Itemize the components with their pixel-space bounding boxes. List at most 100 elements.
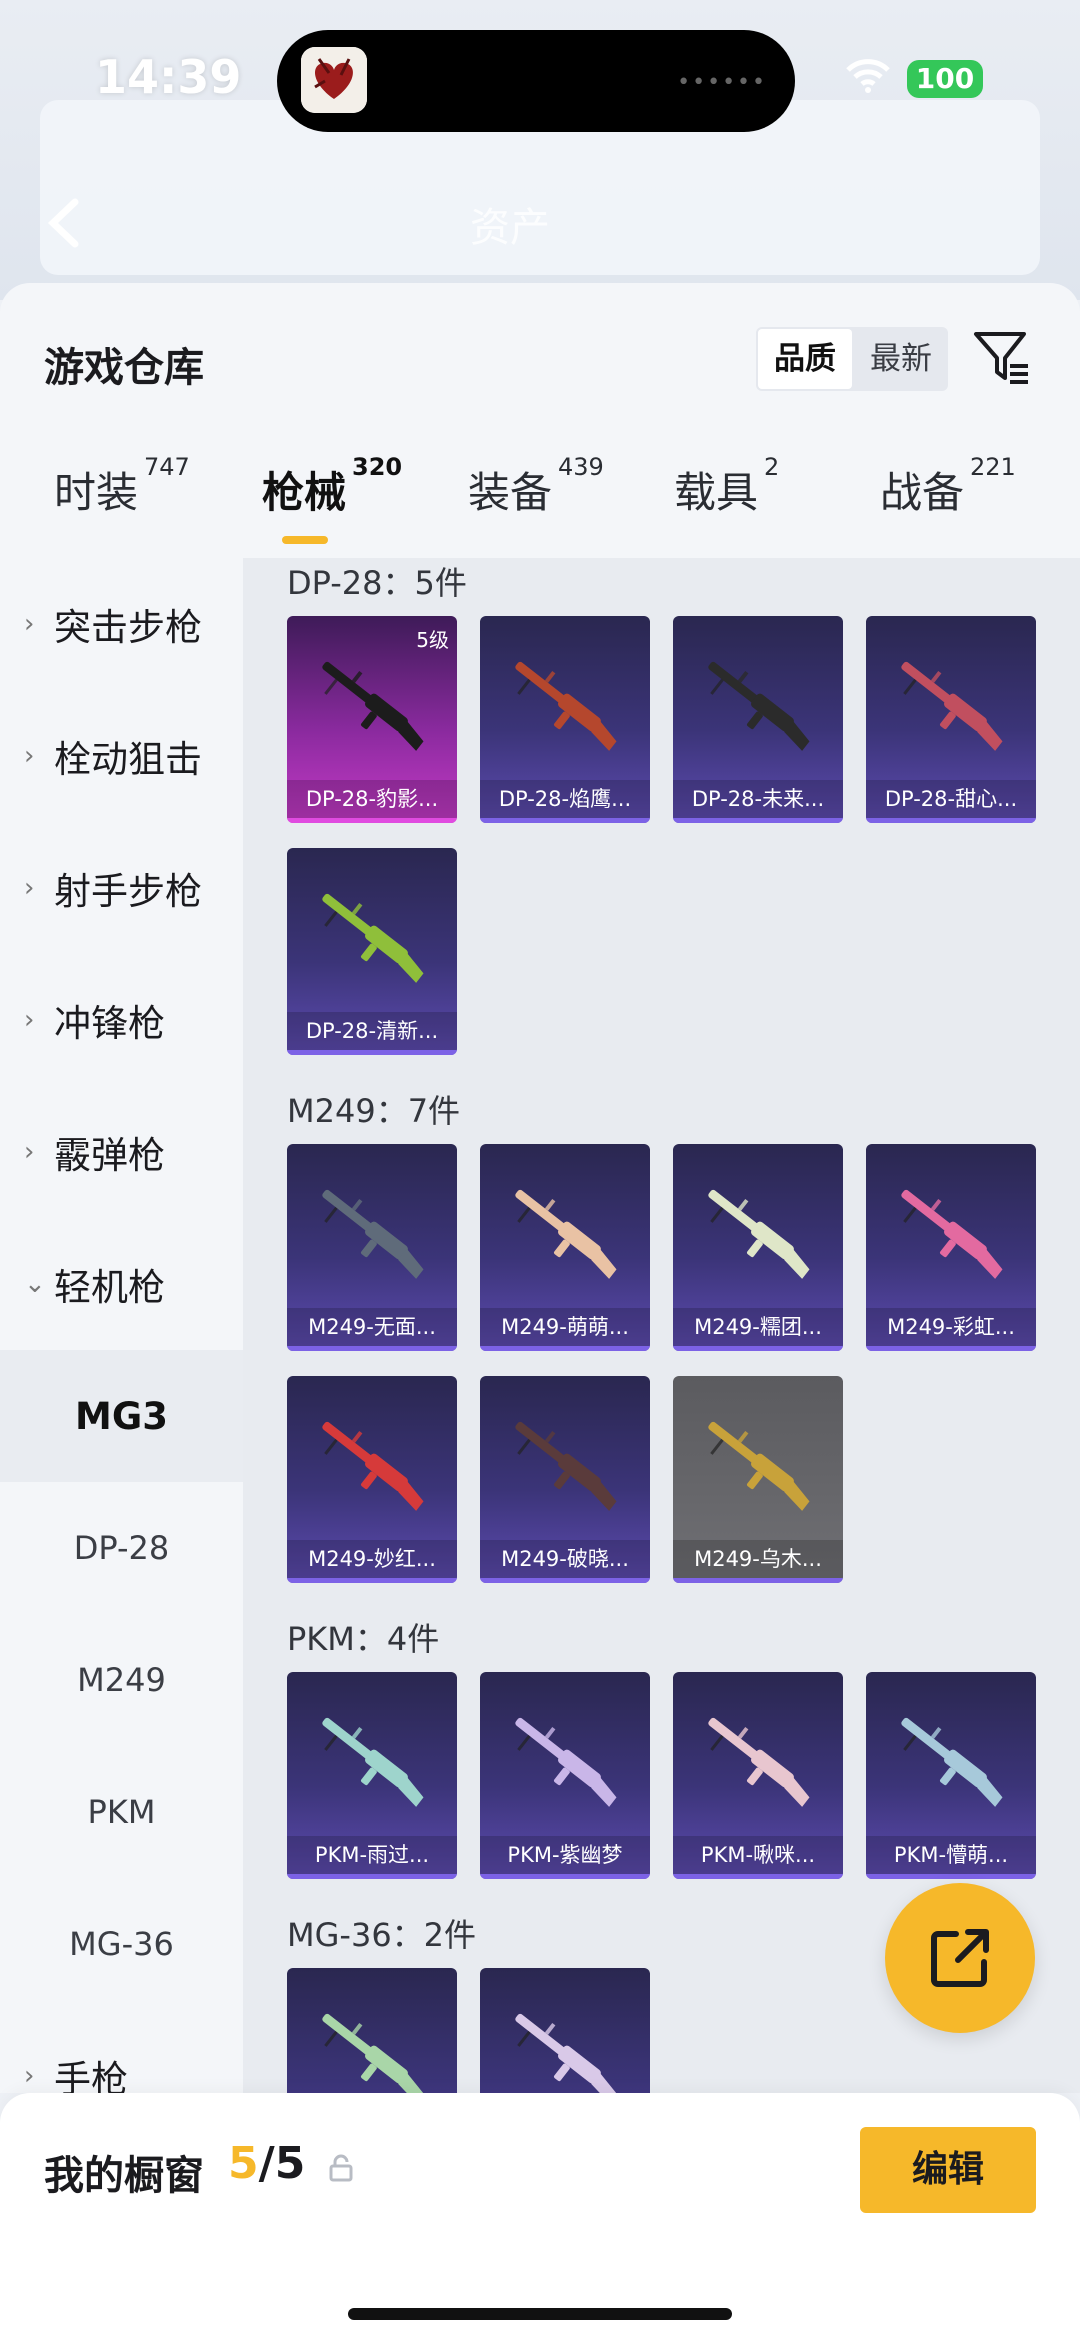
weapon-skin-icon [708, 1421, 810, 1511]
weapon-skin-name: M249-糯团... [673, 1308, 843, 1346]
sidebar-sub-pkm[interactable]: PKM [0, 1746, 243, 1878]
group-header: M249：7件 [287, 1092, 461, 1130]
sidebar-item-bolt-sniper[interactable]: › 栓动狙击 [0, 690, 243, 822]
sort-newest-button[interactable]: 最新 [854, 327, 948, 391]
weapon-skin-card[interactable]: M249-破晓... [480, 1376, 650, 1583]
weapon-skin-icon [322, 893, 424, 983]
sidebar-item-assault-rifle[interactable]: › 突击步枪 [0, 558, 243, 690]
sidebar-item-marksman-rifle[interactable]: › 射手步枪 [0, 822, 243, 954]
rarity-bar [287, 1578, 457, 1583]
dynamic-island: •••••• [277, 30, 795, 132]
weapon-skin-card[interactable]: 5级 DP-28-豹影... [287, 616, 457, 823]
level-badge: 5级 [416, 628, 449, 652]
lock-icon [328, 2154, 354, 2186]
weapon-skin-name: M249-彩虹... [866, 1308, 1036, 1346]
sidebar-item-shotgun[interactable]: › 霰弹枪 [0, 1086, 243, 1218]
weapon-skin-icon [708, 661, 810, 751]
rarity-bar [480, 818, 650, 823]
rarity-bar [287, 1874, 457, 1879]
weapon-skin-name: DP-28-豹影... [287, 780, 457, 818]
sidebar-sub-mg36[interactable]: MG-36 [0, 1878, 243, 2010]
weapon-skin-card[interactable]: PKM-懵萌... [866, 1672, 1036, 1879]
rarity-bar [673, 1874, 843, 1879]
chevron-right-icon: › [24, 741, 35, 771]
app-icon [301, 47, 367, 113]
chevron-right-icon: › [24, 2061, 35, 2091]
weapon-skin-name: DP-28-甜心... [866, 780, 1036, 818]
share-button[interactable] [885, 1883, 1035, 2033]
weapon-skin-icon [322, 1717, 424, 1807]
weapon-skin-name: PKM-紫幽梦 [480, 1836, 650, 1874]
weapon-skin-icon [515, 1189, 617, 1279]
weapon-skin-card[interactable]: M249-糯团... [673, 1144, 843, 1351]
weapon-skin-name: M249-妙红... [287, 1540, 457, 1578]
group-header: DP-28：5件 [287, 564, 467, 602]
battery-indicator: 100 [907, 60, 983, 98]
weapon-skin-card[interactable]: M249-彩虹... [866, 1144, 1036, 1351]
filter-icon[interactable] [972, 328, 1032, 392]
group-header: PKM：4件 [287, 1620, 440, 1658]
weapon-skin-name: PKM-啾咪... [673, 1836, 843, 1874]
sheet-title: 游戏仓库 [44, 345, 204, 391]
sidebar-item-pistol[interactable]: › 手枪 [0, 2010, 243, 2093]
weapon-skin-name: DP-28-清新... [287, 1012, 457, 1050]
weapon-category-sidebar: › 突击步枪 › 栓动狙击 › 射手步枪 › 冲锋枪 › 霰弹枪 ⌄ 轻机枪 MG3 DP-… [0, 558, 243, 2093]
island-dots: •••••• [677, 70, 767, 95]
rarity-bar [866, 1346, 1036, 1351]
weapon-skin-card[interactable]: M249-无面... [287, 1144, 457, 1351]
showcase-title: 我的橱窗 [44, 2153, 204, 2199]
status-time: 14:39 [95, 50, 242, 104]
weapon-skin-name: M249-无面... [287, 1308, 457, 1346]
rarity-bar [866, 818, 1036, 823]
rarity-bar [287, 1050, 457, 1055]
rarity-bar [480, 1346, 650, 1351]
weapon-skin-card[interactable]: DP-28-焰鹰... [480, 616, 650, 823]
weapon-skin-icon [515, 1421, 617, 1511]
sidebar-sub-mg3[interactable]: MG3 [0, 1350, 243, 1482]
tab-supplies[interactable]: 战备221 [880, 453, 1016, 520]
weapon-skin-card[interactable]: M249-萌萌... [480, 1144, 650, 1351]
tab-guns[interactable]: 枪械320 [262, 453, 402, 520]
sort-quality-button[interactable]: 品质 [758, 329, 852, 389]
weapon-skin-card[interactable]: DP-28-甜心... [866, 616, 1036, 823]
share-icon [931, 1929, 989, 1987]
weapon-skin-card[interactable]: M249-乌木... [673, 1376, 843, 1583]
weapon-skin-card[interactable]: DP-28-未来... [673, 616, 843, 823]
tab-vehicles[interactable]: 载具2 [674, 453, 779, 520]
weapon-skin-card[interactable]: PKM-雨过... [287, 1672, 457, 1879]
weapon-skin-card[interactable]: M249-妙红... [287, 1376, 457, 1583]
sidebar-sub-m249[interactable]: M249 [0, 1614, 243, 1746]
back-arrow-icon[interactable] [45, 198, 85, 252]
weapon-skin-card[interactable]: PKM-紫幽梦 [480, 1672, 650, 1879]
chevron-right-icon: › [24, 873, 35, 903]
sort-toggle: 品质 最新 [756, 327, 948, 391]
chevron-right-icon: › [24, 1005, 35, 1035]
weapon-skin-name: M249-萌萌... [480, 1308, 650, 1346]
weapon-skin-icon [708, 1717, 810, 1807]
sidebar-item-smg[interactable]: › 冲锋枪 [0, 954, 243, 1086]
weapon-skin-icon [515, 1717, 617, 1807]
rarity-bar [287, 1346, 457, 1351]
home-indicator [348, 2308, 732, 2320]
rarity-bar [673, 1346, 843, 1351]
weapon-skin-card[interactable]: MG-36-... [480, 1968, 650, 2093]
sidebar-sub-dp28[interactable]: DP-28 [0, 1482, 243, 1614]
weapon-skin-icon [322, 661, 424, 751]
weapon-skin-card[interactable]: MG-36-... [287, 1968, 457, 2093]
weapon-skin-card[interactable]: PKM-啾咪... [673, 1672, 843, 1879]
showcase-bar: 我的橱窗 5/5 编辑 [0, 2093, 1080, 2341]
weapon-skin-name: M249-乌木... [673, 1540, 843, 1578]
page-title: 资产 [470, 205, 550, 251]
tab-gear[interactable]: 装备439 [468, 453, 604, 520]
game-warehouse-sheet: 游戏仓库 品质 最新 时装747 枪械320 装备439 载具2 战备221 ›… [0, 283, 1080, 2093]
edit-button[interactable]: 编辑 [860, 2127, 1036, 2213]
weapon-skin-icon [322, 2013, 424, 2093]
tab-outfits[interactable]: 时装747 [54, 453, 190, 520]
weapon-skin-card[interactable]: DP-28-清新... [287, 848, 457, 1055]
group-header: MG-36：2件 [287, 1916, 477, 1954]
sidebar-item-lmg[interactable]: ⌄ 轻机枪 [0, 1218, 243, 1350]
chevron-down-icon: ⌄ [24, 1269, 46, 1299]
active-tab-indicator [282, 536, 328, 544]
weapon-skin-name: M249-破晓... [480, 1540, 650, 1578]
weapon-skin-icon [515, 661, 617, 751]
